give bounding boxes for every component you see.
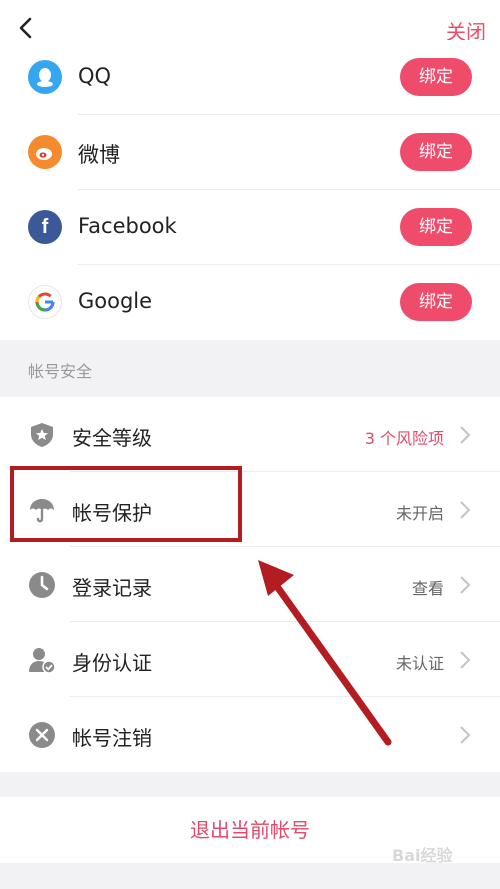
chevron-right-icon <box>460 426 471 444</box>
protection-status: 未开启 <box>395 504 444 523</box>
bind-label-facebook: Facebook <box>78 214 177 238</box>
bind-button-google[interactable]: 绑定 <box>400 283 472 321</box>
social-bind-list: QQ 绑定 微博 绑定 f Facebook 绑定 Google 绑定 <box>0 40 500 340</box>
chevron-right-icon <box>460 501 471 519</box>
security-item-label: 帐号注销 <box>72 726 152 750</box>
bind-row-facebook: f Facebook 绑定 <box>0 190 500 265</box>
bind-label-qq: QQ <box>78 64 112 88</box>
chevron-right-icon <box>460 726 471 744</box>
bind-button-facebook[interactable]: 绑定 <box>400 208 472 246</box>
clock-icon <box>29 572 55 598</box>
security-item-login-records[interactable]: 登录记录 查看 <box>0 547 500 622</box>
risk-count: 3 个风险项 <box>364 429 444 448</box>
highlight-box <box>10 466 242 542</box>
chevron-right-icon <box>460 651 471 669</box>
security-item-level[interactable]: 安全等级 3 个风险项 <box>0 397 500 472</box>
facebook-icon: f <box>28 210 62 244</box>
bind-button-qq[interactable]: 绑定 <box>400 58 472 96</box>
user-verified-icon <box>29 648 56 674</box>
bind-label-weibo: 微博 <box>78 143 120 167</box>
google-icon <box>28 285 62 319</box>
bind-row-weibo: 微博 绑定 <box>0 115 500 190</box>
watermark: Bai经验 <box>392 846 453 865</box>
security-list: 安全等级 3 个风险项 帐号保护 未开启 登录记录 查看 身份认证 未认证 帐号… <box>0 397 500 772</box>
shield-icon <box>31 423 53 447</box>
login-records-link: 查看 <box>411 579 444 598</box>
chevron-right-icon <box>460 576 471 594</box>
security-item-label: 安全等级 <box>72 426 152 450</box>
security-item-label: 登录记录 <box>72 576 152 600</box>
bind-row-google: Google 绑定 <box>0 265 500 340</box>
section-title-account-security: 帐号安全 <box>28 362 93 381</box>
back-arrow-icon[interactable] <box>14 16 38 40</box>
bind-row-qq: QQ 绑定 <box>0 40 500 115</box>
qq-icon <box>28 60 62 94</box>
identity-status: 未认证 <box>395 654 444 673</box>
weibo-icon <box>28 135 62 169</box>
bind-button-weibo[interactable]: 绑定 <box>400 133 472 171</box>
close-circle-icon <box>29 722 55 748</box>
bind-label-google: Google <box>78 289 153 313</box>
security-item-label: 身份认证 <box>72 651 152 675</box>
security-item-identity[interactable]: 身份认证 未认证 <box>0 622 500 697</box>
security-item-deactivate[interactable]: 帐号注销 <box>0 697 500 772</box>
